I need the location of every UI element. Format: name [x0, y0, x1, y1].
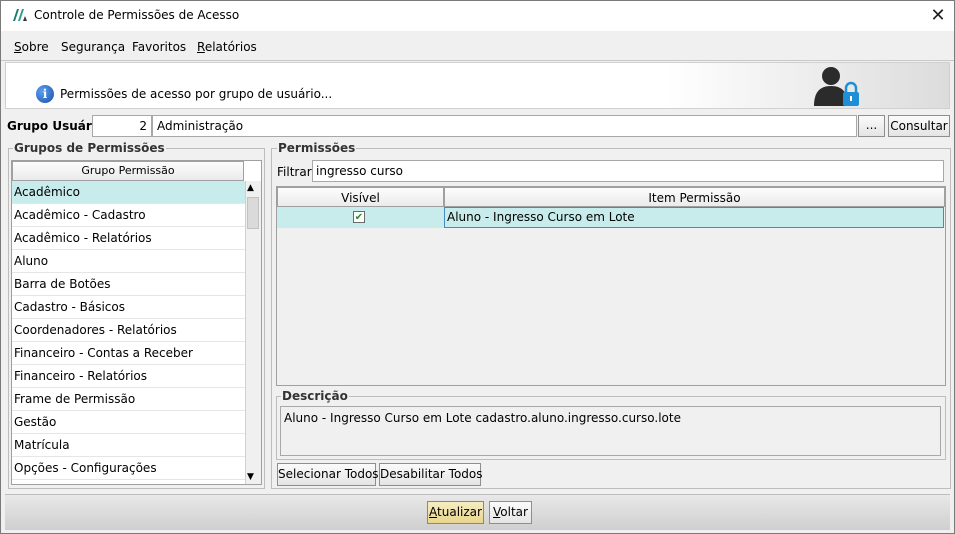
consultar-button[interactable]: Consultar [888, 115, 950, 137]
desabilitar-todos-button[interactable]: Desabilitar Todos [379, 463, 483, 486]
item-permissao-cell[interactable]: Aluno - Ingresso Curso em Lote [444, 207, 944, 228]
user-lock-icon [814, 67, 859, 106]
list-item[interactable]: Acadêmico - Cadastro [12, 204, 245, 227]
scroll-down-arrow-icon[interactable]: ▼ [247, 472, 254, 482]
info-banner [5, 62, 950, 109]
grupo-lookup-button[interactable]: ... [858, 115, 885, 137]
menu-favoritos[interactable]: Favoritos [132, 40, 186, 54]
menu-sobre[interactable]: Sobre [14, 40, 49, 54]
close-button[interactable]: ✕ [926, 4, 950, 28]
descricao-text: Aluno - Ingresso Curso em Lote cadastro.… [280, 406, 941, 456]
voltar-button[interactable]: Voltar [489, 501, 532, 524]
list-item[interactable]: Barra de Botões [12, 273, 245, 296]
list-item[interactable]: Cadastro - Básicos [12, 296, 245, 319]
selecionar-todos-button[interactable]: Selecionar Todos [277, 463, 379, 486]
grupo-usuario-code-input[interactable]: 2 [92, 115, 152, 137]
list-item[interactable]: Acadêmico - Relatórios [12, 227, 245, 250]
info-text: Permissões de acesso por grupo de usuári… [60, 87, 333, 101]
scroll-up-arrow-icon[interactable]: ▲ [247, 183, 254, 193]
grupos-permissoes-title: Grupos de Permissões [13, 141, 166, 155]
list-item[interactable]: Frame de Permissão [12, 388, 245, 411]
column-header-visivel[interactable]: Visível [277, 187, 444, 207]
atualizar-button[interactable]: Atualizar [427, 501, 484, 524]
list-item[interactable]: Gestão [12, 411, 245, 434]
grupo-usuario-name-input[interactable]: Administração [152, 115, 857, 137]
menu-seguranca[interactable]: Segurança [61, 40, 125, 54]
list-item[interactable]: Aluno [12, 250, 245, 273]
info-icon: i [36, 85, 54, 103]
column-header-grupo-permissao[interactable]: Grupo Permissão [12, 161, 244, 181]
grupo-permissao-list: Acadêmico Acadêmico - Cadastro Acadêmico -… [12, 181, 245, 484]
list-item[interactable]: Opções - Segurança [12, 480, 245, 484]
list-item[interactable]: Financeiro - Contas a Receber [12, 342, 245, 365]
window-title: Controle de Permissões de Acesso [34, 8, 240, 22]
filtrar-input[interactable]: ingresso curso [312, 160, 944, 182]
list-item[interactable]: Coordenadores - Relatórios [12, 319, 245, 342]
list-item[interactable]: Acadêmico [12, 181, 245, 204]
menu-relatorios[interactable]: Relatórios [197, 40, 257, 54]
filtrar-label: Filtrar: [277, 165, 316, 179]
scrollbar-thumb[interactable] [247, 197, 259, 229]
column-header-item-permissao[interactable]: Item Permissão [444, 187, 945, 207]
permissoes-title: Permissões [277, 141, 357, 155]
app-logo-icon [13, 9, 27, 21]
list-item[interactable]: Opções - Configurações [12, 457, 245, 480]
list-item[interactable]: Financeiro - Relatórios [12, 365, 245, 388]
list-item[interactable]: Matrícula [12, 434, 245, 457]
visivel-checkbox[interactable]: ✔ [353, 211, 365, 223]
descricao-title: Descrição [281, 389, 349, 403]
